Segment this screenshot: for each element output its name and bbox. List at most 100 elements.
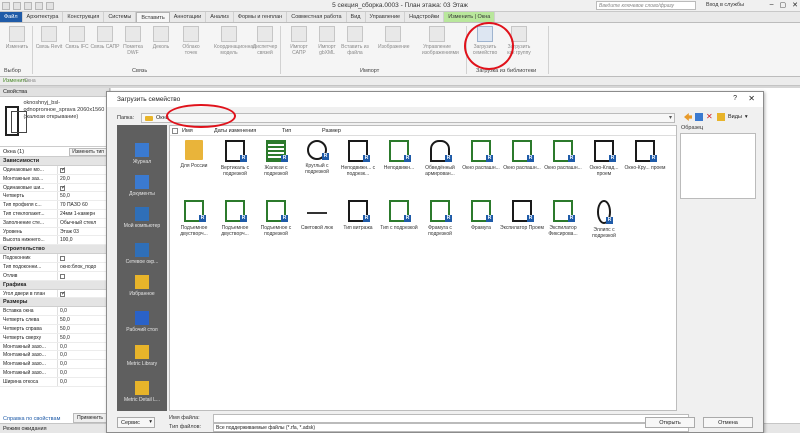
link-dwf-button[interactable]: Пометка DWF bbox=[118, 26, 148, 56]
property-value[interactable] bbox=[58, 166, 109, 174]
file-item[interactable]: R Неподвижн... с подрезк... bbox=[336, 140, 380, 177]
property-checkbox[interactable] bbox=[60, 184, 66, 191]
tab-8[interactable]: Совместная работа bbox=[287, 12, 347, 22]
place-item[interactable]: Сетевое окр... bbox=[117, 243, 167, 265]
views-chevron-icon[interactable]: ▾ bbox=[745, 114, 748, 120]
properties-help-link[interactable]: Справка по свойствам bbox=[3, 416, 60, 422]
file-item[interactable]: R Жалюзи с подрезкой bbox=[254, 140, 298, 177]
tab-9[interactable]: Вид bbox=[347, 12, 366, 22]
maximize-icon[interactable]: ▢ bbox=[780, 1, 787, 9]
coordination-model-button[interactable]: Координационная модель bbox=[214, 26, 256, 56]
file-item[interactable]: R Окно-Кру... проем bbox=[623, 140, 667, 171]
property-value[interactable]: 24мм 1-камерн bbox=[58, 210, 109, 218]
search-input[interactable]: Введите ключевое слово/фразу bbox=[596, 1, 696, 10]
file-item[interactable]: R Тип витража bbox=[336, 200, 380, 231]
property-checkbox[interactable] bbox=[60, 290, 66, 297]
file-item[interactable]: R Фрамуга с подрезкой bbox=[418, 200, 462, 237]
insert-from-file-button[interactable]: Вставить из файла bbox=[340, 26, 370, 56]
folder-combo[interactable]: Окна ▾ bbox=[141, 113, 675, 123]
property-group[interactable]: Строительство bbox=[0, 245, 109, 255]
tab-12[interactable]: Изменить | Окна bbox=[444, 12, 496, 22]
open-button[interactable]: Открыть bbox=[645, 417, 695, 428]
property-value[interactable] bbox=[58, 254, 109, 262]
place-item[interactable]: Журнал bbox=[117, 143, 167, 165]
file-item[interactable]: R Эллипс с подрезкой bbox=[582, 200, 626, 239]
property-group[interactable]: Размеры bbox=[0, 298, 109, 308]
load-family-button[interactable]: Загрузить семейство bbox=[470, 26, 500, 56]
delete-icon[interactable]: ✕ bbox=[706, 113, 714, 121]
tab-5[interactable]: Аннотации bbox=[170, 12, 207, 22]
property-value[interactable]: 0,0 bbox=[58, 343, 109, 351]
property-value[interactable]: 50,0 bbox=[58, 334, 109, 342]
property-group[interactable]: Зависимости bbox=[0, 157, 109, 166]
filetype-select[interactable]: Все поддерживаемые файлы (*.rfa, *.adsk)… bbox=[213, 423, 689, 432]
chevron-down-icon[interactable]: ▾ bbox=[669, 114, 672, 121]
column-header[interactable]: Имя bbox=[182, 128, 193, 134]
property-value[interactable] bbox=[58, 290, 109, 298]
import-cad-button[interactable]: Импорт САПР bbox=[284, 26, 314, 56]
up-folder-icon[interactable] bbox=[695, 113, 703, 121]
file-item[interactable]: R Фрамуга bbox=[459, 200, 503, 231]
property-value[interactable] bbox=[58, 272, 109, 280]
property-group[interactable]: Графика bbox=[0, 280, 109, 290]
file-item[interactable]: R Окно распашн... bbox=[541, 140, 585, 171]
manage-images-button[interactable]: Управление изображениями bbox=[422, 26, 459, 56]
cancel-button[interactable]: Отмена bbox=[703, 417, 753, 428]
edit-type-button[interactable]: Изменить тип bbox=[69, 148, 107, 156]
new-folder-icon[interactable] bbox=[717, 113, 725, 121]
property-value[interactable] bbox=[58, 184, 109, 192]
file-item[interactable]: R Вертикаль с подрезкой bbox=[213, 140, 257, 177]
back-icon[interactable] bbox=[684, 113, 692, 121]
tab-1[interactable]: Архитектура bbox=[23, 12, 64, 22]
tab-6[interactable]: Анализ bbox=[206, 12, 234, 22]
place-item[interactable]: Рабочий стол bbox=[117, 311, 167, 333]
property-checkbox[interactable] bbox=[60, 256, 65, 262]
property-value[interactable]: 0,0 bbox=[58, 360, 109, 368]
file-item[interactable]: R Подъемное двустворч... bbox=[213, 200, 257, 237]
property-value[interactable]: 70 ПАЗО 60 bbox=[58, 201, 109, 209]
property-value[interactable]: 50,0 bbox=[58, 192, 109, 200]
file-item[interactable]: R Подъемное с подрезкой bbox=[254, 200, 298, 237]
apply-button[interactable]: Применить bbox=[73, 413, 107, 423]
property-value[interactable]: Этаж 03 bbox=[58, 228, 109, 236]
tab-11[interactable]: Надстройки bbox=[405, 12, 445, 22]
point-cloud-button[interactable]: Облако точек bbox=[176, 26, 206, 56]
filename-input[interactable] bbox=[213, 414, 689, 423]
place-item[interactable]: Metric Detail L... bbox=[117, 381, 167, 403]
image-button[interactable]: Изображение bbox=[378, 26, 410, 50]
close-icon[interactable]: ✕ bbox=[792, 1, 798, 9]
dialog-close-icon[interactable]: ✕ bbox=[748, 94, 755, 103]
file-item[interactable]: R Экспилатор Фиксирова... bbox=[541, 200, 585, 237]
file-item[interactable]: R Окно распашн... bbox=[459, 140, 503, 171]
decal-button[interactable]: Деколь bbox=[146, 26, 176, 50]
file-item[interactable]: R Обведённый армирован... bbox=[418, 140, 462, 177]
property-value[interactable]: Обычный стекл bbox=[58, 219, 109, 227]
file-list[interactable]: Имя Даты изменения Тип Размер Для России R Ве… bbox=[169, 125, 677, 411]
minimize-icon[interactable]: – bbox=[770, 1, 774, 9]
place-item[interactable]: Мой компьютер bbox=[117, 207, 167, 229]
file-item[interactable]: R Круглый с подрезкой bbox=[295, 140, 339, 175]
views-menu[interactable]: Виды bbox=[728, 114, 742, 120]
property-value[interactable]: 0,0 bbox=[58, 369, 109, 377]
file-item[interactable]: Для России bbox=[172, 140, 216, 169]
property-value[interactable]: 0,0 bbox=[58, 351, 109, 359]
property-checkbox[interactable] bbox=[60, 273, 65, 279]
tab-10[interactable]: Управление bbox=[366, 12, 406, 22]
file-item[interactable]: R Неподвижн... bbox=[377, 140, 421, 171]
file-item[interactable]: Световой люк bbox=[295, 200, 339, 231]
place-item[interactable]: Избранное bbox=[117, 275, 167, 297]
place-item[interactable]: Документы bbox=[117, 175, 167, 197]
property-value[interactable]: 20,0 bbox=[58, 175, 109, 183]
property-value[interactable]: 50,0 bbox=[58, 325, 109, 333]
property-checkbox[interactable] bbox=[60, 166, 66, 173]
file-item[interactable]: R Тип с подрезкой bbox=[377, 200, 421, 231]
link-cad-button[interactable]: Связь САПР bbox=[90, 26, 120, 50]
instance-selector[interactable]: Окна (1) Изменить тип bbox=[0, 147, 109, 157]
tab-0[interactable]: Файл bbox=[0, 12, 23, 22]
place-item[interactable]: Metric Library bbox=[117, 345, 167, 367]
link-ifc-button[interactable]: Связь IFC bbox=[62, 26, 92, 50]
import-gbxml-button[interactable]: Импорт gbXML bbox=[312, 26, 342, 56]
type-selector[interactable]: oknoshnyj_bsl-odnoproлное_sprava 2060x15… bbox=[0, 97, 109, 147]
manage-links-button[interactable]: Диспетчер связей bbox=[250, 26, 280, 56]
property-value[interactable]: 0,0 bbox=[58, 378, 109, 386]
